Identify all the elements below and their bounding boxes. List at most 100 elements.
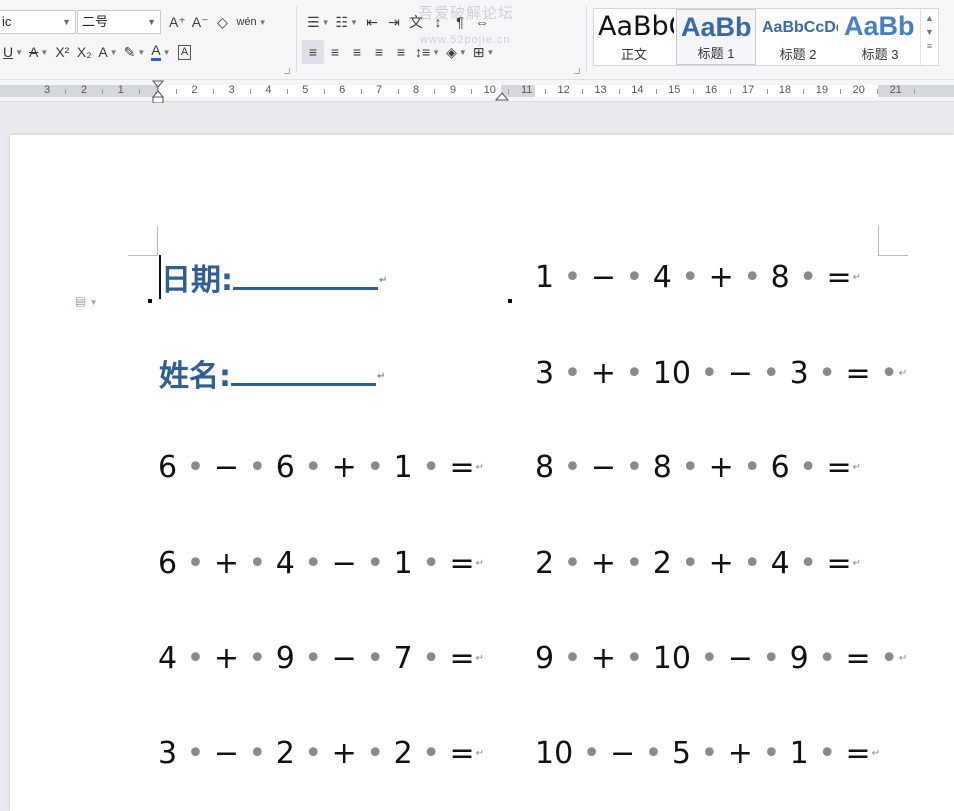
ruler-number: 15 bbox=[668, 84, 681, 96]
font-tools-row1: A⁺ A⁻ ◇ wén ▼ bbox=[166, 10, 270, 34]
problem-text: 3 • + • 10 • − • 3 • = • bbox=[535, 356, 898, 391]
clear-format-button[interactable]: ◇ bbox=[211, 10, 233, 34]
return-mark: ↵ bbox=[898, 653, 908, 664]
numbering-button[interactable]: ☷ ▼ bbox=[332, 10, 360, 34]
date-blank[interactable] bbox=[233, 260, 378, 290]
problem-line[interactable]: 2 • + • 2 • + • 4 • =↵ bbox=[535, 547, 861, 583]
space-mark: • bbox=[304, 736, 323, 771]
ruler-number: 3 bbox=[43, 84, 51, 96]
ruler-number: 4 bbox=[265, 84, 272, 96]
ruler-number: 8 bbox=[412, 84, 420, 96]
distributed-width-button[interactable]: ⇔ bbox=[471, 10, 493, 34]
problem-text: 6 • + • 4 • − • 1 • = bbox=[158, 546, 475, 581]
problem-line[interactable]: 3 • − • 2 • + • 2 • =↵ bbox=[158, 737, 484, 773]
name-label: 姓名: bbox=[159, 359, 231, 394]
name-blank[interactable] bbox=[231, 356, 376, 386]
problem-line[interactable]: 6 • + • 4 • − • 1 • =↵ bbox=[158, 547, 484, 583]
date-label: 日期: bbox=[161, 263, 233, 298]
space-mark: • bbox=[818, 356, 836, 391]
space-mark: • bbox=[743, 450, 762, 485]
line-spacing-button[interactable]: ↕≡ ▼ bbox=[412, 40, 443, 64]
problem-line[interactable]: 10 • − • 5 • + • 1 • =↵ bbox=[535, 737, 880, 773]
chevron-up-icon[interactable]: ▲ bbox=[921, 11, 938, 25]
shading-button[interactable]: ◈ ▼ bbox=[443, 40, 470, 64]
font-color-icon: A bbox=[151, 43, 161, 61]
highlight-button[interactable]: ✎ ▼ bbox=[121, 40, 149, 64]
chevron-down-icon[interactable]: ▼ bbox=[147, 11, 156, 33]
date-field[interactable]: 日期: ↵ bbox=[161, 260, 387, 299]
chinese-layout-button[interactable]: 文 bbox=[405, 10, 427, 34]
style-heading-2[interactable]: AaBbCcDd 标题 2 bbox=[758, 9, 838, 65]
space-mark: • bbox=[880, 641, 898, 676]
space-mark: • bbox=[762, 641, 781, 676]
grow-font-button[interactable]: A⁺ bbox=[166, 10, 189, 34]
align-left-button[interactable]: ≡ bbox=[302, 40, 324, 64]
space-mark: • bbox=[186, 641, 205, 676]
dialog-launcher-icon[interactable] bbox=[574, 68, 580, 74]
return-mark: ↵ bbox=[852, 272, 861, 283]
ruler-number: 12 bbox=[557, 84, 570, 96]
ruler-number: 18 bbox=[778, 84, 792, 96]
style-heading-1[interactable]: AaBb 标题 1 bbox=[676, 9, 756, 65]
phonetic-guide-button[interactable]: wén ▼ bbox=[233, 10, 269, 34]
indent-marker[interactable] bbox=[152, 80, 164, 104]
style-heading-3[interactable]: AaBb 标题 3 bbox=[840, 9, 920, 65]
problem-line[interactable]: 3 • + • 10 • − • 3 • = •↵ bbox=[535, 357, 907, 393]
underline-button[interactable]: U ▼ bbox=[0, 40, 26, 64]
space-mark: • bbox=[681, 260, 700, 295]
ruler-number: 1 bbox=[117, 84, 124, 96]
problem-text: 6 • − • 6 • + • 1 • = bbox=[158, 450, 475, 485]
horizontal-ruler[interactable]: 3 2 1 1 2 3 4 5 6 7 8 9 10 11 12 13 14 15 16 17 18 19 20 21 bbox=[0, 80, 954, 102]
font-name-box[interactable]: ic ▼ bbox=[0, 10, 76, 34]
superscript-button[interactable]: X² bbox=[51, 40, 73, 64]
char-border-button[interactable]: A bbox=[174, 40, 196, 64]
ruler-tick bbox=[360, 89, 362, 94]
strikethrough-button[interactable]: A ▼ bbox=[26, 40, 51, 64]
space-mark: • bbox=[681, 450, 700, 485]
ruler-tick bbox=[249, 89, 251, 94]
space-mark: • bbox=[366, 641, 385, 676]
font-color-button[interactable]: A ▼ bbox=[148, 40, 173, 64]
align-center-button[interactable]: ≡ bbox=[324, 40, 346, 64]
dialog-launcher-icon[interactable] bbox=[284, 68, 290, 74]
problem-line[interactable]: 1 • − • 4 • + • 8 • =↵ bbox=[535, 261, 861, 297]
chevron-down-icon[interactable]: ▼ bbox=[62, 11, 71, 33]
ruler-number: 13 bbox=[594, 84, 607, 96]
indent-button[interactable]: ⇥ bbox=[383, 10, 405, 34]
space-mark: • bbox=[422, 736, 440, 771]
subscript-button[interactable]: X₂ bbox=[73, 40, 95, 64]
shrink-font-button[interactable]: A⁻ bbox=[189, 10, 212, 34]
problem-line[interactable]: 8 • − • 8 • + • 6 • =↵ bbox=[535, 451, 861, 487]
ruler-tick bbox=[545, 89, 547, 94]
line-spacing-icon: ↕≡ bbox=[415, 44, 431, 60]
problem-line[interactable]: 6 • − • 6 • + • 1 • =↵ bbox=[158, 451, 484, 487]
ruler-tick bbox=[840, 89, 842, 94]
show-marks-button[interactable]: ¶ bbox=[449, 10, 471, 34]
ruler-number: 14 bbox=[631, 84, 644, 96]
align-right-button[interactable]: ≡ bbox=[346, 40, 368, 64]
distribute-button[interactable]: ≡ bbox=[390, 40, 412, 64]
chevron-down-icon[interactable]: ▼ bbox=[921, 25, 938, 39]
font-name-value: ic bbox=[2, 14, 12, 29]
problem-line[interactable]: 4 • + • 9 • − • 7 • =↵ bbox=[158, 642, 484, 678]
problem-text: 8 • − • 8 • + • 6 • = bbox=[535, 450, 852, 485]
space-mark: • bbox=[880, 356, 898, 391]
justify-button[interactable]: ≡ bbox=[368, 40, 390, 64]
outdent-button[interactable]: ⇤ bbox=[361, 10, 383, 34]
bullets-button[interactable]: ☰ ▼ bbox=[304, 10, 332, 34]
sort-button[interactable]: ↕ bbox=[427, 10, 449, 34]
underline-icon: U bbox=[3, 44, 14, 60]
space-mark: • bbox=[563, 546, 582, 581]
style-normal[interactable]: AaBbCcDd 正文 bbox=[594, 9, 674, 65]
problem-line[interactable]: 9 • + • 10 • − • 9 • = •↵ bbox=[535, 642, 907, 678]
styles-scroll: ▲ ▼ ≡ bbox=[920, 9, 938, 65]
font-size-box[interactable]: 二号 ▼ bbox=[77, 10, 161, 34]
space-mark: • bbox=[762, 736, 781, 771]
expand-gallery-icon[interactable]: ≡ bbox=[921, 39, 938, 53]
paragraph-layout-icon[interactable]: ▤ ▼ bbox=[75, 294, 98, 308]
space-mark: • bbox=[625, 641, 644, 676]
borders-button[interactable]: ⊞ ▼ bbox=[470, 40, 498, 64]
ruler-tick bbox=[213, 89, 215, 94]
text-effect-button[interactable]: A ▼ bbox=[95, 40, 120, 64]
name-field[interactable]: 姓名: ↵ bbox=[159, 356, 385, 395]
